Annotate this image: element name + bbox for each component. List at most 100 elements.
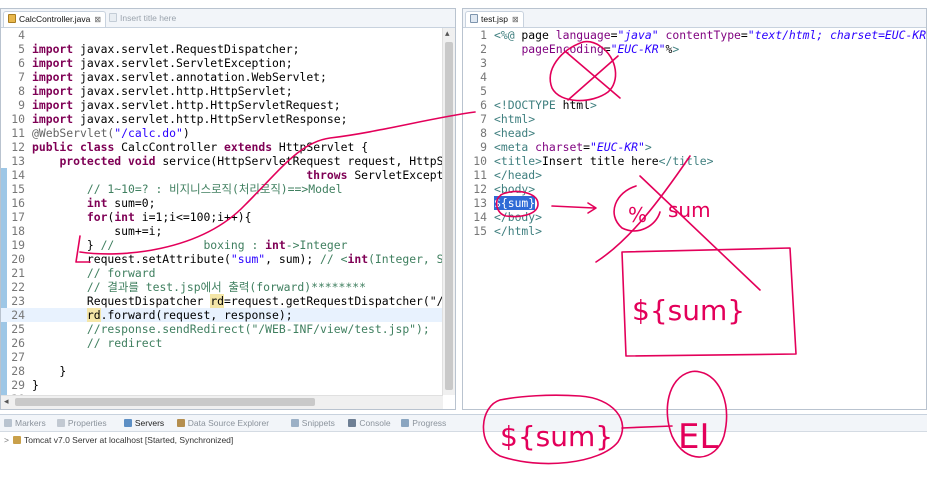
jsp-code-line[interactable]: 15 </html> [463, 224, 926, 238]
line-number: 13 [473, 196, 487, 210]
line-text: <html> [494, 112, 536, 126]
bottom-tab-label: Console [359, 418, 391, 428]
line-text: <meta charset="EUC-KR"> [494, 140, 652, 154]
java-hscroll-thumb[interactable] [15, 398, 315, 406]
jsp-code-line[interactable]: 2 pageEncoding="EUC-KR"%> [463, 42, 926, 56]
scroll-up-arrow-icon[interactable]: ▴ [445, 28, 450, 40]
java-code-line[interactable]: 25 //response.sendRedirect("/WEB-INF/vie… [1, 322, 455, 336]
jsp-code-line[interactable]: 11 </head> [463, 168, 926, 182]
java-code-line[interactable]: 5 import javax.servlet.RequestDispatcher; [1, 42, 455, 56]
line-text: //response.sendRedirect("/WEB-INF/view/t… [32, 322, 430, 336]
bottom-tab-progress[interactable]: Progress [401, 418, 446, 428]
java-code-line[interactable]: 21 // forward [1, 266, 455, 280]
jsp-code-line[interactable]: 13 ${sum} [463, 196, 926, 210]
jsp-code-line[interactable]: 12 <body> [463, 182, 926, 196]
java-code-line[interactable]: 12 public class CalcController extends Ht… [1, 140, 455, 154]
line-text: <body> [494, 182, 536, 196]
line-text: // 결과를 test.jsp에서 출력(forward)******** [32, 280, 366, 294]
jsp-code-line[interactable]: 6 <!DOCTYPE html> [463, 98, 926, 112]
jsp-code-line[interactable]: 14 </body> [463, 210, 926, 224]
jsp-code-line[interactable]: 10 <title>Insert title here</title> [463, 154, 926, 168]
line-text: import javax.servlet.ServletException; [32, 56, 293, 70]
java-code-line[interactable]: 18 sum+=i; [1, 224, 455, 238]
close-tab-icon[interactable]: ⊠ [512, 15, 519, 24]
line-text: <!DOCTYPE html> [494, 98, 597, 112]
expand-arrow-icon[interactable]: > [4, 435, 9, 445]
java-code-area[interactable]: 4 5 import javax.servlet.RequestDispatcher… [1, 28, 455, 406]
java-code-line[interactable]: 17 for(int i=1;i<=100;i++){ [1, 210, 455, 224]
java-code-line[interactable]: 15 // 1~10=? : 비지니스로직(처리로직)==>Model [1, 182, 455, 196]
tab-calc-controller[interactable]: CalcController.java ⊠ [3, 11, 107, 27]
java-code-line[interactable]: 20 request.setAttribute("sum", sum); // … [1, 252, 455, 266]
tab-insert-title-here[interactable]: Insert title here [105, 11, 180, 26]
java-code-line[interactable]: 13 protected void service(HttpServletReq… [1, 154, 455, 168]
jsp-code-line[interactable]: 4 [463, 70, 926, 84]
java-editor-pane: CalcController.java ⊠ Insert title here 4… [0, 8, 456, 410]
java-code-line[interactable]: 8 import javax.servlet.http.HttpServlet; [1, 84, 455, 98]
java-code-line[interactable]: 23 RequestDispatcher rd=request.getReque… [1, 294, 455, 308]
line-number: 7 [480, 112, 487, 126]
line-number: 11 [473, 168, 487, 182]
java-code-line[interactable]: 19 } // boxing : int->Integer [1, 238, 455, 252]
java-editor-tabbar: CalcController.java ⊠ Insert title here [1, 9, 455, 28]
java-code-line[interactable]: 29} [1, 378, 455, 392]
line-number: 20 [11, 252, 25, 266]
bottom-tab-snippets[interactable]: Snippets [290, 418, 335, 428]
line-text: </html> [494, 224, 543, 238]
jsp-code-line[interactable]: 8 <head> [463, 126, 926, 140]
jsp-code-line[interactable]: 5 [463, 84, 926, 98]
java-code-line[interactable]: 14 throws ServletExcept [1, 168, 455, 182]
line-number: 12 [473, 182, 487, 196]
line-number: 26 [11, 336, 25, 350]
bottom-views-tabbar: Markers Properties Servers Data Source Expl… [0, 415, 927, 432]
java-code-line[interactable]: 4 [1, 28, 455, 42]
java-vertical-scrollbar[interactable]: ▴ [442, 28, 455, 395]
java-vscroll-thumb[interactable] [445, 42, 453, 390]
line-text: protected void service(HttpServletReques… [59, 154, 456, 168]
java-code-line[interactable]: 28 } [1, 364, 455, 378]
jsp-code-line[interactable]: 7 <html> [463, 112, 926, 126]
console-icon [348, 419, 357, 427]
line-number: 1 [480, 28, 487, 42]
close-tab-icon[interactable]: ⊠ [94, 15, 101, 24]
line-text: <head> [494, 126, 536, 140]
java-code-line[interactable]: 26 // redirect [1, 336, 455, 350]
line-text: </head> [494, 168, 543, 182]
line-text: import javax.servlet.http.HttpServlet; [32, 84, 293, 98]
jsp-code-line[interactable]: 1 <%@ page language="java" contentType="t… [463, 28, 926, 42]
java-code-line[interactable]: 10 import javax.servlet.http.HttpServletR… [1, 112, 455, 126]
jsp-code-line[interactable]: 9 <meta charset="EUC-KR"> [463, 140, 926, 154]
java-file-icon [8, 14, 16, 23]
jsp-editor-tabbar: test.jsp ⊠ [463, 9, 926, 28]
java-code-line[interactable]: 11 @WebServlet("/calc.do") [1, 126, 455, 140]
bottom-tab-markers[interactable]: Markers [4, 418, 46, 428]
bottom-tab-data-source-explorer[interactable]: Data Source Explorer [176, 418, 269, 428]
jsp-code-area[interactable]: 1 <%@ page language="java" contentType="t… [463, 28, 926, 238]
java-code-line[interactable]: 16 int sum=0; [1, 196, 455, 210]
line-number: 4 [480, 70, 487, 84]
jsp-file-icon [470, 14, 478, 23]
java-code-line[interactable]: 9 import javax.servlet.http.HttpServletRe… [1, 98, 455, 112]
bottom-tab-label: Servers [134, 418, 165, 428]
scroll-left-arrow-icon[interactable]: ◂ [4, 396, 9, 408]
tab-test-jsp[interactable]: test.jsp ⊠ [465, 11, 524, 27]
java-code-line[interactable]: 27 [1, 350, 455, 364]
line-text: rd.forward(request, response); [86, 308, 293, 322]
bottom-tab-servers[interactable]: Servers [123, 418, 165, 428]
bottom-tab-properties[interactable]: Properties [56, 418, 107, 428]
java-horizontal-scrollbar[interactable]: ◂ [1, 395, 443, 409]
java-code-line[interactable]: 6 import javax.servlet.ServletException; [1, 56, 455, 70]
java-code-line[interactable]: 7 import javax.servlet.annotation.WebServ… [1, 70, 455, 84]
jsp-code-line[interactable]: 3 [463, 56, 926, 70]
line-text: import javax.servlet.http.HttpServletReq… [32, 98, 341, 112]
line-number: 14 [11, 168, 25, 182]
bottom-views-panel: Markers Properties Servers Data Source Expl… [0, 414, 927, 493]
line-text: pageEncoding="EUC-KR"%> [521, 42, 680, 56]
bottom-tab-console[interactable]: Console [348, 418, 391, 428]
line-text: </body> [494, 210, 543, 224]
markers-icon [4, 419, 12, 427]
server-list-item[interactable]: > Tomcat v7.0 Server at localhost [Starte… [4, 435, 233, 445]
java-code-line[interactable]: 22 // 결과를 test.jsp에서 출력(forward)******** [1, 280, 455, 294]
line-text: } [32, 364, 67, 378]
java-code-line[interactable]: 24 rd.forward(request, response); [1, 308, 455, 322]
